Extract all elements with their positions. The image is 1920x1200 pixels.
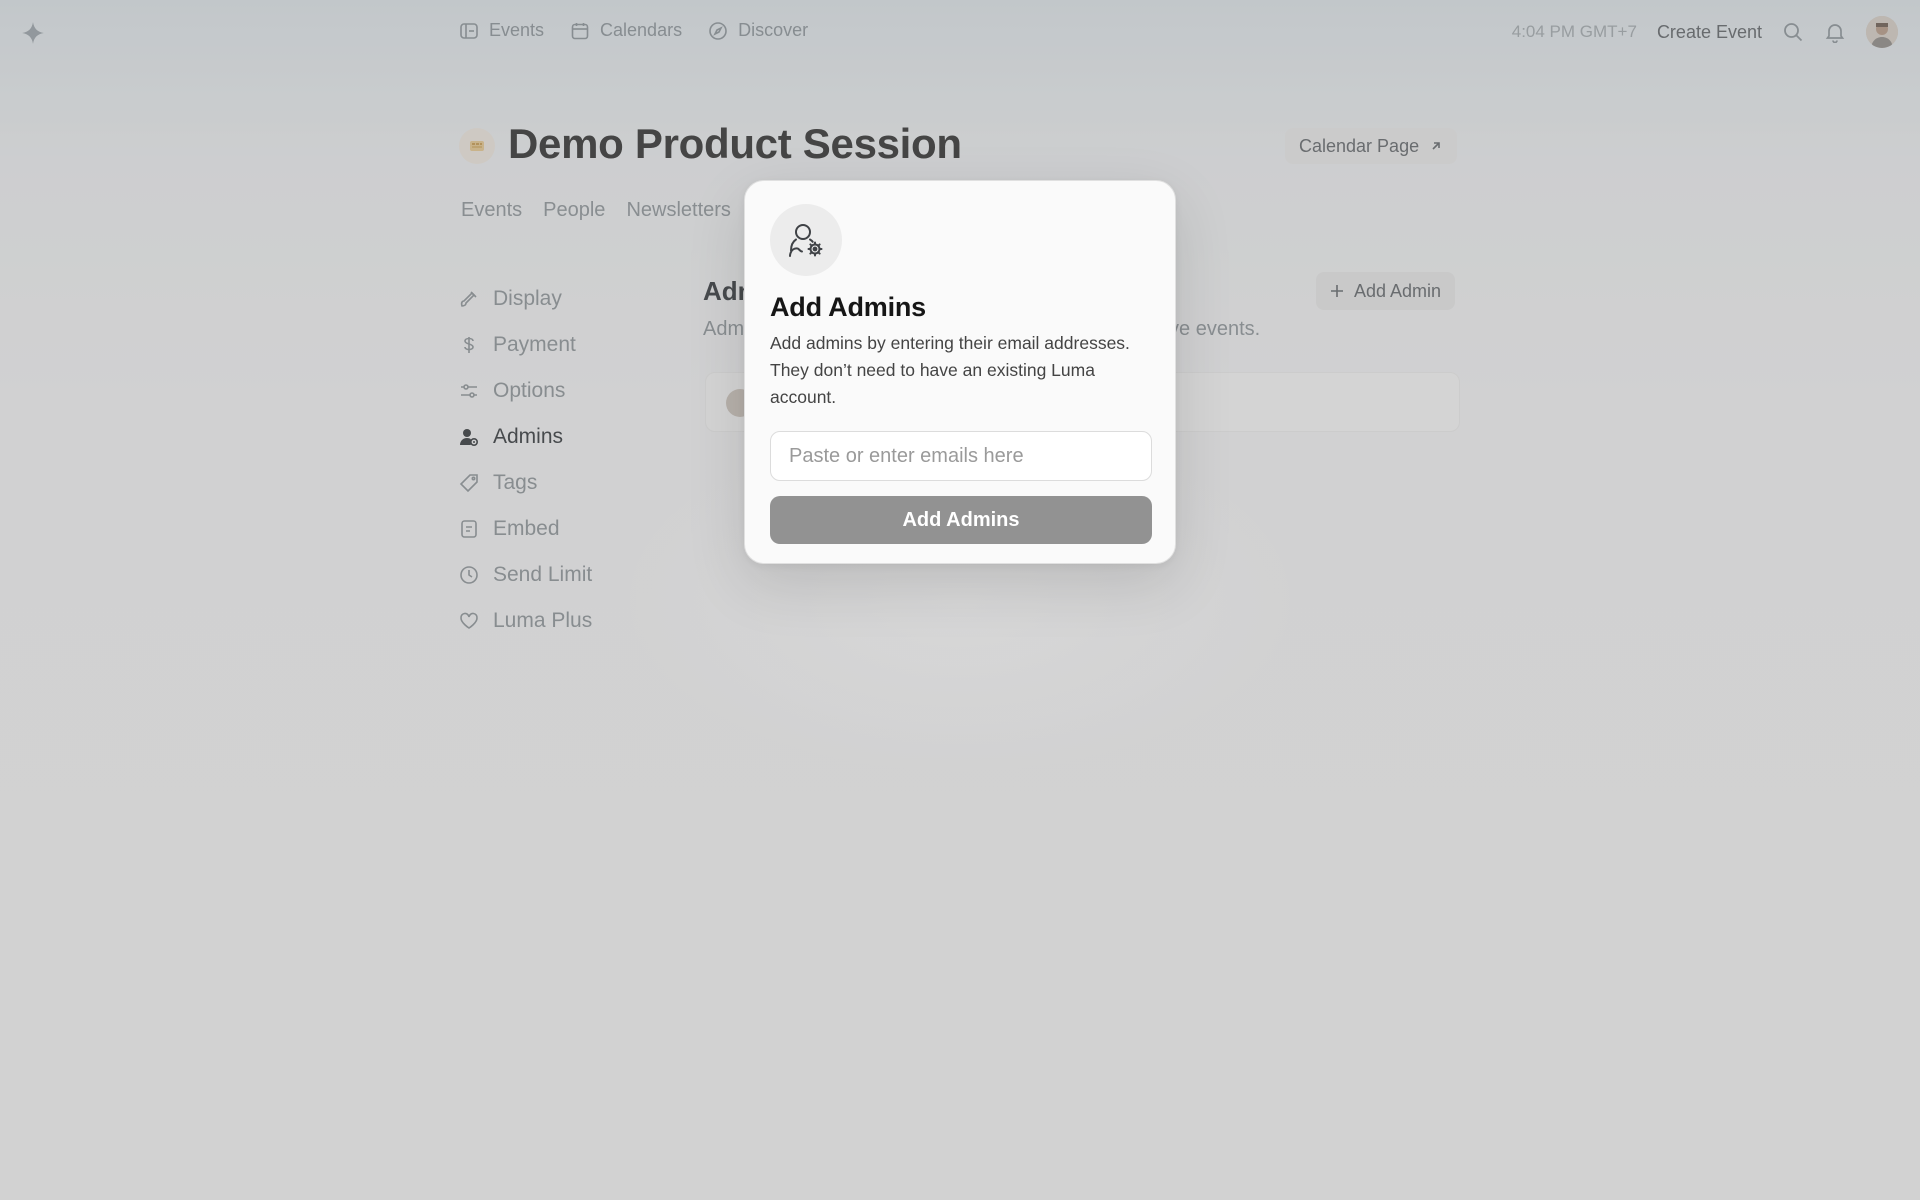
add-admins-modal: Add Admins Add admins by entering their … — [744, 180, 1176, 564]
email-input[interactable] — [770, 431, 1152, 481]
modal-description: Add admins by entering their email addre… — [770, 333, 1130, 407]
modal-title: Add Admins — [770, 292, 926, 322]
add-admins-submit-button[interactable]: Add Admins — [770, 496, 1152, 544]
user-gear-icon — [770, 204, 842, 276]
